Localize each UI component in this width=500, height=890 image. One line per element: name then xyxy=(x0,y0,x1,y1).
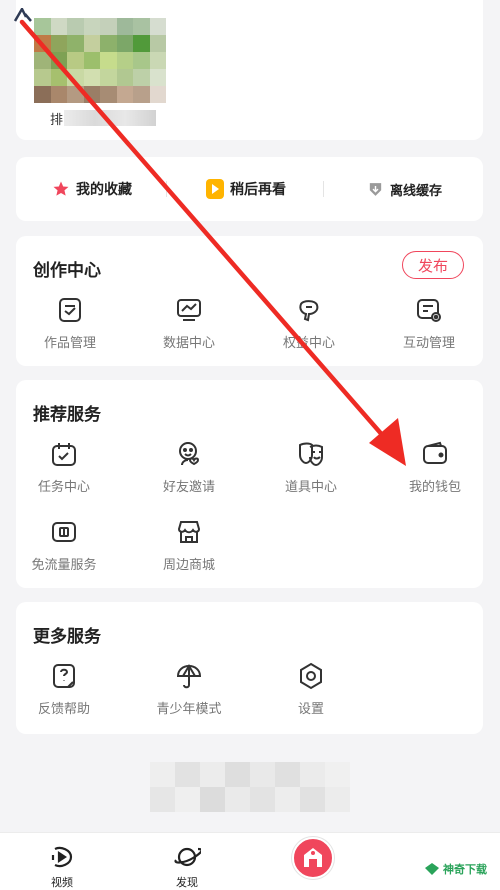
top-corner-logo-icon xyxy=(13,6,33,22)
annotation-arrow xyxy=(19,19,406,466)
